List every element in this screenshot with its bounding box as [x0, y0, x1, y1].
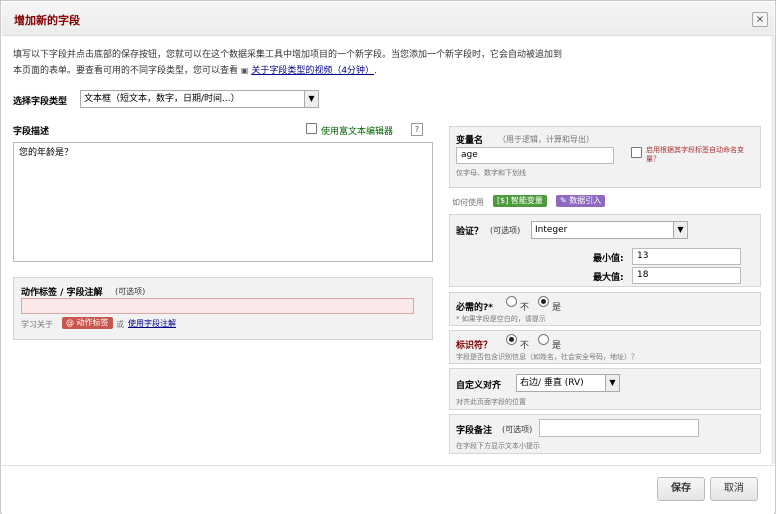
identifier-label: 标识符？: [456, 341, 493, 351]
help-icon[interactable]: ?: [411, 123, 423, 136]
action-tags-optional: (可选项): [115, 287, 146, 296]
action-tags-panel: 动作标签 / 字段注解 (可选项) 学习关于 @ 动作标签 或 使用字段注解: [13, 277, 433, 340]
action-tags-input[interactable]: [21, 298, 414, 314]
add-field-dialog: 增加新的字段 × 填写以下字段并点击底部的保存按钮，您就可以在这个数据采集工具中…: [0, 0, 776, 514]
close-icon[interactable]: ×: [752, 12, 768, 27]
intro-line-2: 本页面的表单。要查看可用的不同字段类型，您可以查看 ▣ 关于字段类型的视频（4分…: [13, 66, 377, 76]
field-types-video-link[interactable]: 关于字段类型的视频（4分钟）: [251, 66, 374, 76]
rich-text-checkbox[interactable]: [306, 123, 317, 134]
how-to-use-label: 如何使用: [452, 198, 484, 207]
validation-select[interactable]: Integer ▼: [531, 221, 688, 239]
field-note-link[interactable]: 使用字段注解: [128, 318, 176, 329]
alignment-note: 对齐此页面字段的位置: [456, 398, 526, 406]
variable-input[interactable]: age: [456, 147, 614, 164]
action-tags-label: 动作标签 / 字段注解: [21, 288, 103, 298]
identifier-yes-label: 是: [552, 341, 562, 351]
min-label: 最小值:: [593, 254, 624, 264]
validation-label: 验证？: [456, 227, 484, 237]
required-no-radio[interactable]: [506, 296, 517, 307]
max-label: 最大值:: [593, 273, 624, 283]
identifier-yes-radio[interactable]: [538, 334, 549, 345]
learn-about-label: 学习关于: [21, 320, 53, 329]
variable-label: 变量名: [456, 136, 484, 146]
intro-line-1: 填写以下字段并点击底部的保存按钮，您就可以在这个数据采集工具中增加项目的一个新字…: [13, 50, 563, 60]
pencil-icon: ✎: [560, 196, 567, 205]
alignment-select[interactable]: 右边/ 垂直 (RV) ▼: [516, 374, 620, 392]
field-desc-textarea[interactable]: 您的年龄是？: [13, 142, 433, 262]
identifier-no-label: 不: [520, 341, 530, 351]
identifier-note: 字段是否包含识别信息（如姓名，社会安全号码，地址）？: [456, 353, 638, 361]
chevron-down-icon: ▼: [605, 375, 619, 391]
cancel-button[interactable]: 取消: [710, 477, 758, 501]
field-note-label: 字段备注: [456, 426, 493, 436]
rich-text-label: 使用富文本编辑器: [321, 127, 394, 137]
validation-panel: 验证？ (可选项) Integer ▼ 最小值: 13 最大值: 18: [449, 214, 761, 287]
dialog-titlebar: 增加新的字段 ×: [2, 2, 774, 36]
required-no-label: 不: [520, 303, 530, 313]
smart-variables-button[interactable]: [$] 智能变量: [493, 195, 547, 207]
video-icon: ▣: [240, 66, 249, 75]
variable-sub: 仅字母、数字和下划线: [456, 169, 526, 177]
field-type-select[interactable]: 文本框（短文本，数字，日期/时间...） ▼: [80, 90, 319, 108]
field-note-optional: (可选项): [502, 425, 533, 434]
required-yes-label: 是: [552, 303, 562, 313]
intro-text: 填写以下字段并点击底部的保存按钮，您就可以在这个数据采集工具中增加项目的一个新字…: [13, 48, 663, 79]
or-label: 或: [116, 320, 124, 329]
smart-variables-icon: [$]: [497, 196, 509, 205]
dialog-footer: 保存 取消: [2, 465, 774, 514]
alignment-label: 自定义对齐: [456, 381, 502, 391]
auto-name-checkbox[interactable]: [631, 147, 642, 158]
auto-name-label: 启用根据其字段标签自动命名变量？: [646, 146, 744, 163]
scrollbar[interactable]: [771, 36, 775, 464]
piping-button[interactable]: ✎ 数据引入: [556, 195, 606, 207]
chevron-down-icon: ▼: [673, 222, 687, 238]
field-desc-label: 字段描述: [13, 127, 50, 137]
field-note-hint: 在字段下方显示文本小提示: [456, 442, 540, 450]
alignment-selected: 右边/ 垂直 (RV): [520, 378, 584, 388]
identifier-no-radio[interactable]: [506, 334, 517, 345]
required-note: * 如果字段是空白的，请提示: [456, 315, 546, 323]
required-label: 必需的?*: [456, 303, 493, 313]
field-note-panel: 字段备注 (可选项) 在字段下方显示文本小提示: [449, 414, 761, 454]
action-tags-button[interactable]: @ 动作标签: [62, 317, 113, 329]
validation-optional: (可选项): [490, 226, 521, 235]
variable-hint: （用于逻辑，计算和导出）: [498, 135, 594, 144]
save-button[interactable]: 保存: [657, 477, 705, 501]
required-panel: 必需的?* 不 是 * 如果字段是空白的，请提示: [449, 292, 761, 326]
field-type-label: 选择字段类型: [13, 97, 68, 107]
alignment-panel: 自定义对齐 右边/ 垂直 (RV) ▼ 对齐此页面字段的位置: [449, 368, 761, 410]
required-yes-radio[interactable]: [538, 296, 549, 307]
dialog-title: 增加新的字段: [14, 14, 80, 27]
max-input[interactable]: 18: [632, 267, 741, 284]
field-note-input[interactable]: [539, 419, 699, 437]
identifier-panel: 标识符？ 不 是 字段是否包含识别信息（如姓名，社会安全号码，地址）？: [449, 330, 761, 364]
variable-panel: 变量名 （用于逻辑，计算和导出） age 仅字母、数字和下划线 启用根据其字段标…: [449, 126, 761, 188]
chevron-down-icon: ▼: [304, 91, 318, 107]
field-type-selected: 文本框（短文本，数字，日期/时间...）: [84, 94, 240, 104]
min-input[interactable]: 13: [632, 248, 741, 265]
validation-selected: Integer: [535, 225, 568, 235]
